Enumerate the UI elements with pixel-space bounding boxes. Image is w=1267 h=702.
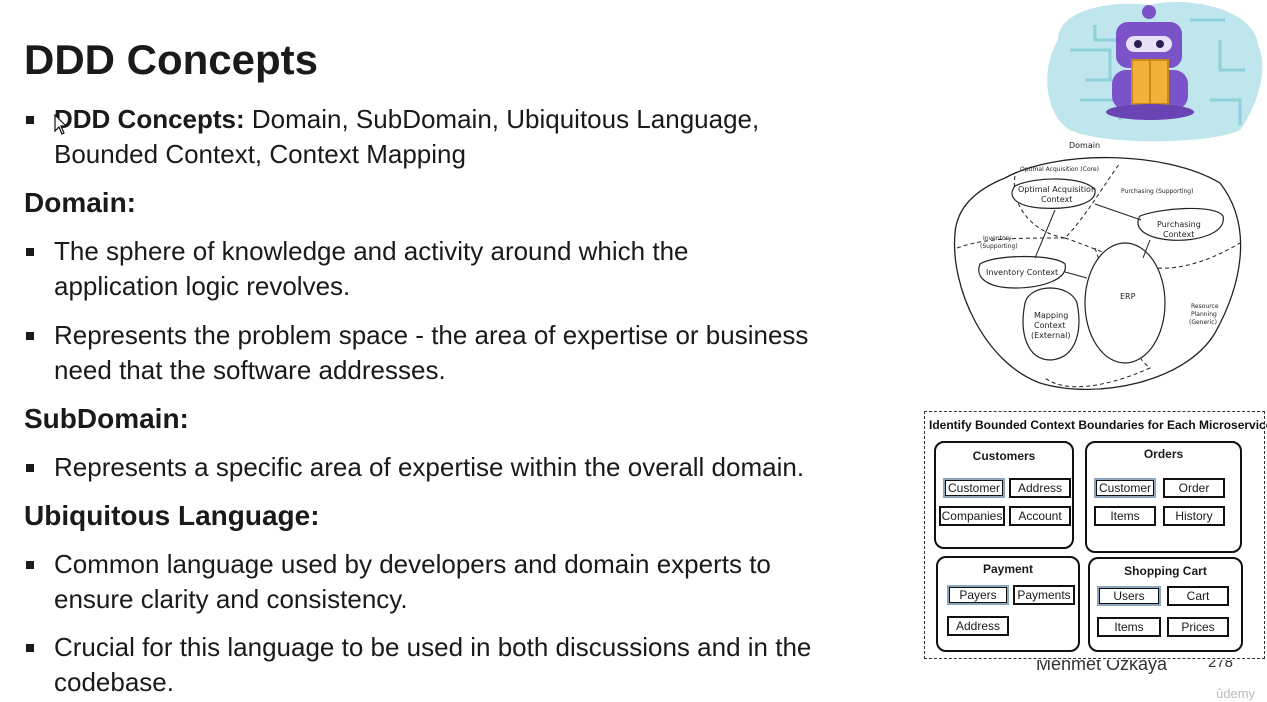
diagram-label: Mapping bbox=[1034, 311, 1068, 320]
bullet-text: Represents a specific area of expertise … bbox=[54, 452, 805, 482]
bc-chip: Items bbox=[1097, 617, 1161, 637]
bc-box-title: Shopping Cart bbox=[1124, 564, 1207, 578]
domain-bullet: The sphere of knowledge and activity aro… bbox=[24, 234, 914, 304]
intro-lead: DDD Concepts: bbox=[54, 104, 245, 134]
bc-shopping-cart: Shopping Cart Users Cart Items Prices bbox=[1088, 557, 1243, 652]
bullet-marker bbox=[26, 644, 34, 652]
intro-line2: Bounded Context, Context Mapping bbox=[54, 139, 466, 169]
diagram-label: Context bbox=[1041, 195, 1072, 204]
diagram-label: Purchasing (Supporting) bbox=[1121, 188, 1193, 195]
diagram-label: Optimal Acquisition bbox=[1018, 185, 1096, 194]
intro-bullet: DDD Concepts: Domain, SubDomain, Ubiquit… bbox=[24, 102, 914, 172]
bullet-text: Crucial for this language to be used in … bbox=[54, 632, 812, 697]
bullet-marker bbox=[26, 248, 34, 256]
diagram-label: ERP bbox=[1120, 292, 1136, 301]
diagram-label: Purchasing bbox=[1157, 220, 1201, 229]
diagram-label: Planning bbox=[1191, 311, 1217, 318]
bc-chip: Address bbox=[1009, 478, 1071, 498]
bc-customers: Customers Customer Address Companies Acc… bbox=[934, 441, 1074, 549]
bc-chip: Address bbox=[947, 616, 1009, 636]
bc-payment: Payment Payers Payments Address bbox=[936, 556, 1080, 652]
diagram-label: Inventory bbox=[983, 235, 1012, 242]
bullet-marker bbox=[26, 332, 34, 340]
ubiquitous-heading: Ubiquitous Language: bbox=[24, 500, 320, 531]
bc-chip: History bbox=[1163, 506, 1225, 526]
bullet-text: Represents the problem space - the area … bbox=[54, 320, 809, 385]
diagram-label: Context bbox=[1163, 230, 1194, 239]
bc-box-title: Orders bbox=[1143, 447, 1184, 461]
mouse-pointer-icon bbox=[54, 114, 68, 135]
bullet-marker bbox=[26, 464, 34, 472]
domain-bullet: Represents the problem space - the area … bbox=[24, 318, 914, 388]
intro-text: DDD Concepts: Domain, SubDomain, Ubiquit… bbox=[54, 102, 914, 172]
diagram-label: (Generic) bbox=[1189, 319, 1217, 326]
bullet-marker bbox=[26, 116, 34, 124]
domain-heading: Domain: bbox=[24, 187, 136, 218]
subdomain-heading: SubDomain: bbox=[24, 403, 189, 434]
ubiquitous-bullet: Common language used by developers and d… bbox=[24, 547, 914, 617]
bc-chip: Payments bbox=[1013, 585, 1075, 605]
ubiquitous-bullet: Crucial for this language to be used in … bbox=[24, 630, 914, 700]
bc-chip: Items bbox=[1094, 506, 1156, 526]
bullet-text: Common language used by developers and d… bbox=[54, 549, 771, 614]
bc-chip: Companies bbox=[939, 506, 1005, 526]
bullet-marker bbox=[26, 561, 34, 569]
bc-box-title: Payment bbox=[982, 562, 1034, 576]
bc-chip: Cart bbox=[1167, 586, 1229, 606]
bc-chip: Account bbox=[1009, 506, 1071, 526]
udemy-watermark: ûdemy bbox=[1216, 686, 1256, 701]
bc-orders: Orders Customer Order Items History bbox=[1085, 441, 1242, 553]
domain-diagram: Domain Optimal Acquisition (Core) Optima… bbox=[953, 141, 1242, 391]
bounded-context-title: Identify Bounded Context Boundaries for … bbox=[929, 418, 1267, 432]
subdomain-bullet: Represents a specific area of expertise … bbox=[24, 450, 914, 485]
diagram-label: Optimal Acquisition (Core) bbox=[1020, 166, 1099, 173]
diagram-label: Context bbox=[1034, 321, 1065, 330]
bullet-text: The sphere of knowledge and activity aro… bbox=[54, 236, 689, 301]
bc-box-title: Customers bbox=[972, 449, 1036, 463]
diagram-label: (Supporting) bbox=[980, 243, 1018, 250]
intro-rest: Domain, SubDomain, Ubiquitous Language, bbox=[244, 104, 760, 134]
bc-chip: Customer bbox=[1094, 478, 1156, 498]
bc-chip: Payers bbox=[947, 585, 1009, 605]
dotnet-bot-reading-icon bbox=[1047, 1, 1263, 142]
bc-chip: Prices bbox=[1167, 617, 1229, 637]
slide-title: DDD Concepts bbox=[24, 36, 319, 83]
domain-diagram-title: Domain bbox=[1069, 141, 1100, 150]
bc-chip: Order bbox=[1163, 478, 1225, 498]
diagram-label: Resource bbox=[1191, 303, 1219, 310]
bounded-context-panel: Identify Bounded Context Boundaries for … bbox=[924, 411, 1267, 659]
bc-chip: Customer bbox=[943, 478, 1005, 498]
diagram-label: Inventory Context bbox=[986, 268, 1058, 277]
bc-chip: Users bbox=[1097, 586, 1161, 606]
diagram-label: (External) bbox=[1031, 331, 1070, 340]
